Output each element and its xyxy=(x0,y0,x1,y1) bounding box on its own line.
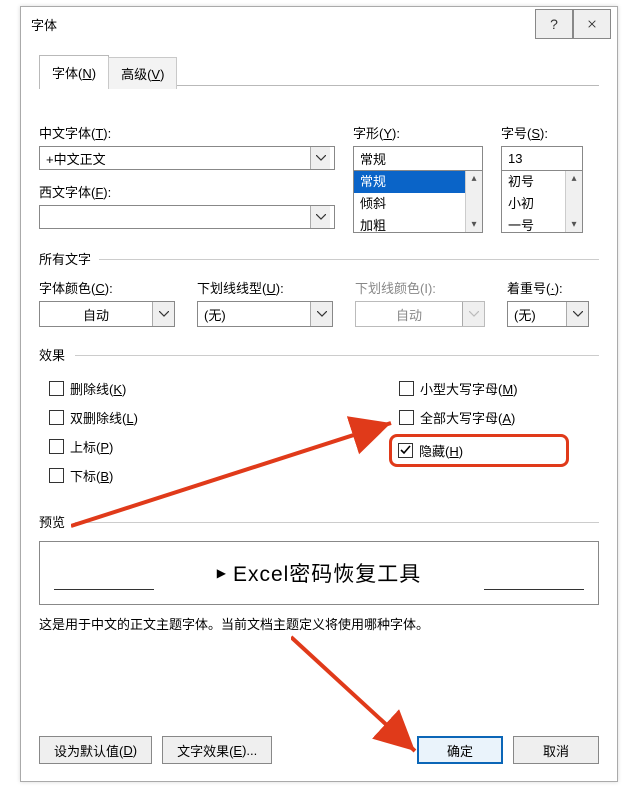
checkbox-all-caps[interactable]: 全部大写字母(A) xyxy=(399,408,569,427)
checkbox-hidden[interactable]: 隐藏(H) xyxy=(398,441,510,460)
size-listbox[interactable]: 初号 小初 一号 ▴▾ xyxy=(501,170,583,233)
underline-color-label: 下划线颜色(I): xyxy=(355,278,485,297)
ok-button[interactable]: 确定 xyxy=(417,736,503,764)
chevron-down-icon xyxy=(152,302,174,326)
chevron-down-icon xyxy=(566,302,588,326)
underline-style-combo[interactable]: (无) xyxy=(197,301,333,327)
chevron-down-icon xyxy=(310,302,332,326)
dialog-title: 字体 xyxy=(31,15,535,34)
underline-color-combo: 自动 xyxy=(355,301,485,327)
cancel-button[interactable]: 取消 xyxy=(513,736,599,764)
latin-font-label: 西文字体(F): xyxy=(39,182,335,201)
list-item[interactable]: 倾斜 xyxy=(354,193,482,215)
list-item[interactable]: 加粗 xyxy=(354,215,482,233)
checkbox-subscript[interactable]: 下标(B) xyxy=(49,466,339,485)
chevron-down-icon xyxy=(310,206,330,228)
help-button[interactable]: ? xyxy=(535,9,573,39)
chinese-font-combo[interactable]: +中文正文 xyxy=(39,146,335,170)
preview-text: Excel密码恢复工具 xyxy=(233,558,421,588)
close-button[interactable] xyxy=(573,9,611,39)
tab-font[interactable]: 字体(N) xyxy=(39,55,109,89)
dialog-footer: 设为默认值(D) 文字效果(E)... 确定 取消 xyxy=(21,729,617,781)
text-effects-button[interactable]: 文字效果(E)... xyxy=(162,736,272,764)
tab-advanced[interactable]: 高级(V) xyxy=(108,57,177,89)
description-text: 这是用于中文的正文主题字体。当前文档主题定义将使用哪种字体。 xyxy=(39,615,599,635)
close-icon xyxy=(588,18,596,30)
group-all-text: 所有文字 xyxy=(39,249,599,268)
checkbox-small-caps[interactable]: 小型大写字母(M) xyxy=(399,379,569,398)
size-label: 字号(S): xyxy=(501,123,583,142)
style-listbox[interactable]: 常规 倾斜 加粗 ▴▾ xyxy=(353,170,483,233)
scrollbar[interactable]: ▴▾ xyxy=(565,171,582,232)
scrollbar[interactable]: ▴▾ xyxy=(465,171,482,232)
group-effects: 效果 xyxy=(39,345,599,364)
font-color-combo[interactable]: 自动 xyxy=(39,301,175,327)
chevron-down-icon xyxy=(310,147,330,169)
chinese-font-value: +中文正文 xyxy=(46,149,106,168)
style-input[interactable]: 常规 xyxy=(353,146,483,170)
checkbox-icon xyxy=(49,468,64,483)
latin-font-combo[interactable] xyxy=(39,205,335,229)
style-label: 字形(Y): xyxy=(353,123,483,142)
font-color-label: 字体颜色(C): xyxy=(39,278,175,297)
checkbox-icon xyxy=(49,381,64,396)
dialog-content: 字体(N) 高级(V) 中文字体(T): +中文正文 西文字体(F): xyxy=(21,41,617,729)
annotation-highlight-hidden: 隐藏(H) xyxy=(389,434,569,467)
checkbox-double-strikethrough[interactable]: 双删除线(L) xyxy=(49,408,339,427)
size-input[interactable]: 13 xyxy=(501,146,583,170)
checkbox-icon xyxy=(399,410,414,425)
list-item[interactable]: 常规 xyxy=(354,171,482,193)
font-dialog: 字体 ? 字体(N) 高级(V) 中文字体(T): +中文正文 xyxy=(20,6,618,782)
checkbox-superscript[interactable]: 上标(P) xyxy=(49,437,339,456)
checkbox-icon xyxy=(49,439,64,454)
checkbox-icon xyxy=(398,443,413,458)
tabs: 字体(N) 高级(V) xyxy=(39,55,599,89)
group-preview: 预览 xyxy=(39,512,599,531)
checkbox-strikethrough[interactable]: 删除线(K) xyxy=(49,379,339,398)
tab-pane: 中文字体(T): +中文正文 西文字体(F): 字形(Y): xyxy=(39,89,599,717)
underline-style-label: 下划线线型(U): xyxy=(197,278,333,297)
emphasis-combo[interactable]: (无) xyxy=(507,301,589,327)
emphasis-label: 着重号(·): xyxy=(507,278,589,297)
preview-box: ▶ Excel密码恢复工具 xyxy=(39,541,599,605)
titlebar: 字体 ? xyxy=(21,7,617,41)
checkbox-icon xyxy=(49,410,64,425)
checkbox-icon xyxy=(399,381,414,396)
chinese-font-label: 中文字体(T): xyxy=(39,123,335,142)
set-default-button[interactable]: 设为默认值(D) xyxy=(39,736,152,764)
chevron-down-icon xyxy=(462,302,484,326)
play-icon: ▶ xyxy=(217,566,227,580)
